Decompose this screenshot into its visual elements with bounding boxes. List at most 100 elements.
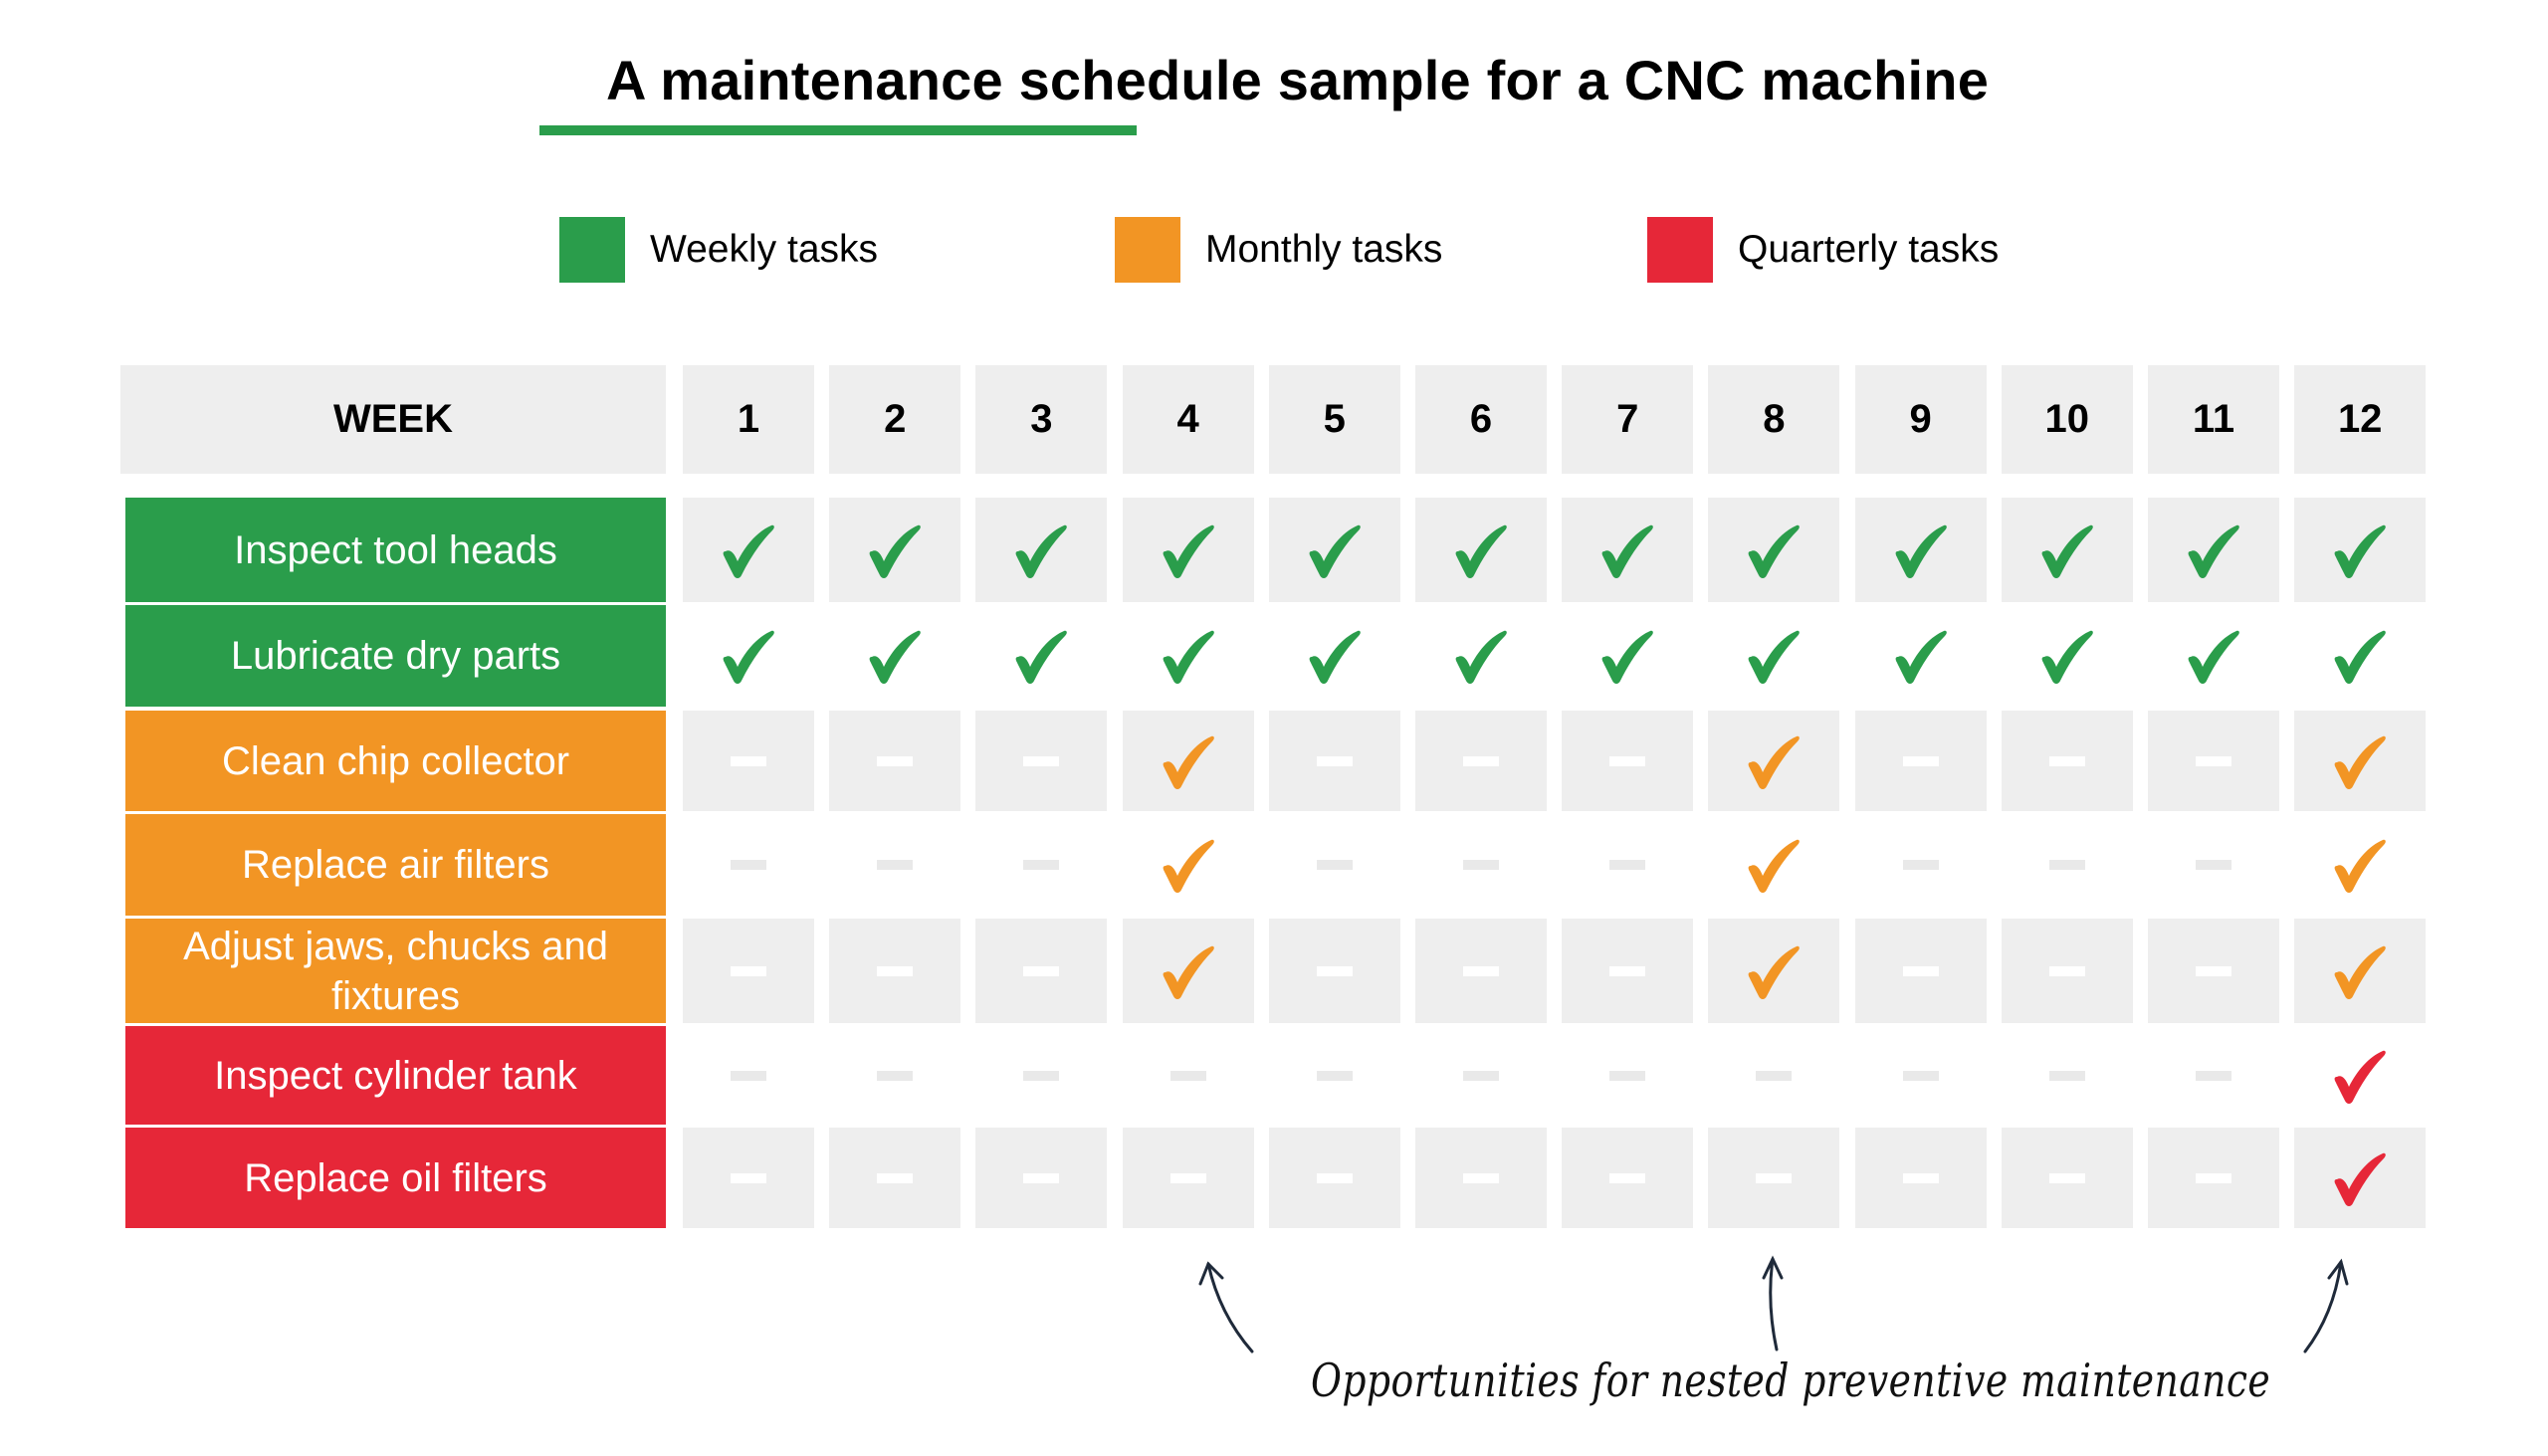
checkmark-icon	[1160, 521, 1217, 579]
checkmark-icon	[1745, 942, 1803, 1000]
checkmark-icon	[1160, 836, 1217, 894]
dash-icon	[1902, 860, 1939, 870]
schedule-cell	[2002, 605, 2133, 707]
week-header-6: 6	[1415, 365, 1547, 474]
checkmark-icon	[1745, 836, 1803, 894]
checkmark-icon	[2038, 627, 2096, 685]
schedule-cell	[2148, 919, 2279, 1023]
schedule-cell	[829, 1128, 961, 1228]
dash-icon	[2196, 1172, 2231, 1183]
schedule-cell	[683, 498, 814, 602]
legend-label-weekly: Weekly tasks	[650, 228, 879, 271]
checkmark-icon	[1012, 627, 1070, 685]
week-header-9: 9	[1854, 365, 1987, 474]
task-label: Clean chip collector	[125, 711, 666, 811]
schedule-cell	[829, 814, 960, 916]
dash-icon	[2048, 965, 2085, 976]
schedule-cell	[1708, 605, 1839, 707]
checkmark-icon	[2331, 942, 2389, 1000]
schedule-cell	[1269, 605, 1400, 707]
schedule-cell	[2001, 711, 2133, 811]
dash-icon	[731, 860, 766, 870]
checkmark-icon	[1745, 627, 1803, 685]
dash-icon	[1023, 860, 1060, 870]
dash-icon	[1316, 1070, 1353, 1081]
week-header-11: 11	[2148, 365, 2279, 474]
checkmark-icon	[1598, 627, 1656, 685]
schedule-cell	[2148, 1026, 2279, 1125]
schedule-cell	[683, 711, 814, 811]
schedule-cell	[1268, 711, 1400, 811]
schedule-cell	[2294, 1026, 2426, 1125]
dash-icon	[1463, 755, 1499, 766]
schedule-cell	[975, 498, 1108, 602]
schedule-cell	[1562, 919, 1694, 1023]
schedule-cell	[1415, 919, 1547, 1023]
checkmark-icon	[2331, 732, 2389, 790]
dash-icon	[1023, 1070, 1060, 1081]
schedule-cell	[683, 605, 814, 707]
schedule-cell	[1122, 498, 1254, 602]
checkmark-icon	[1160, 627, 1217, 685]
schedule-cell	[683, 919, 814, 1023]
week-header-label: WEEK	[120, 365, 666, 474]
schedule-cell	[1854, 711, 1987, 811]
schedule-cell	[1123, 814, 1254, 916]
schedule-cell	[1122, 919, 1254, 1023]
schedule-cell	[1562, 1026, 1693, 1125]
checkmark-icon	[720, 627, 777, 685]
checkmark-icon	[1892, 627, 1950, 685]
task-label: Inspect cylinder tank	[125, 1026, 666, 1125]
dash-icon	[1463, 1172, 1499, 1183]
schedule-cell	[1855, 1026, 1987, 1125]
dash-icon	[877, 1172, 914, 1183]
schedule-cell	[1415, 1128, 1547, 1228]
legend-item-quarterly: Quarterly tasks	[1647, 217, 1999, 283]
dash-icon	[1316, 755, 1353, 766]
checkmark-icon	[1452, 627, 1510, 685]
arrow-icon-week-8	[1762, 1255, 1784, 1352]
schedule-cell	[1415, 711, 1547, 811]
schedule-cell	[1562, 1128, 1694, 1228]
dash-icon	[2048, 1172, 2085, 1183]
week-header-8: 8	[1708, 365, 1840, 474]
arrow-icon-week-4	[1198, 1261, 1254, 1353]
dash-icon	[1023, 755, 1060, 766]
week-header-2: 2	[829, 365, 961, 474]
week-header-7: 7	[1562, 365, 1694, 474]
checkmark-icon	[1160, 942, 1217, 1000]
dash-icon	[1756, 1172, 1793, 1183]
schedule-cell	[1708, 711, 1840, 811]
schedule-cell	[683, 814, 814, 916]
schedule-cell	[1122, 711, 1254, 811]
schedule-cell	[1854, 498, 1987, 602]
dash-icon	[2048, 755, 2085, 766]
dash-icon	[1169, 1070, 1206, 1081]
dash-icon	[1463, 1070, 1499, 1081]
dash-icon	[1023, 965, 1060, 976]
dash-icon	[2196, 965, 2231, 976]
dash-icon	[1609, 1172, 1646, 1183]
dash-icon	[1023, 1172, 1060, 1183]
dash-icon	[1463, 965, 1499, 976]
schedule-cell	[2294, 605, 2426, 707]
task-label: Lubricate dry parts	[125, 605, 666, 707]
schedule-cell	[829, 919, 961, 1023]
schedule-cell	[2294, 711, 2427, 811]
schedule-cell	[2148, 711, 2279, 811]
schedule-cell	[1855, 814, 1987, 916]
task-label: Replace oil filters	[125, 1128, 666, 1228]
task-label: Replace air filters	[125, 814, 666, 916]
schedule-cell	[1854, 919, 1987, 1023]
schedule-cell	[2001, 498, 2133, 602]
schedule-cell	[975, 1026, 1107, 1125]
checkmark-icon	[2331, 1149, 2389, 1207]
dash-icon	[1609, 965, 1646, 976]
schedule-cell	[1415, 605, 1547, 707]
checkmark-icon	[1452, 521, 1510, 579]
checkmark-icon	[2331, 1047, 2389, 1105]
checkmark-icon	[2331, 521, 2389, 579]
dash-icon	[2196, 860, 2231, 870]
week-header-1: 1	[683, 365, 814, 474]
week-header-10: 10	[2001, 365, 2133, 474]
